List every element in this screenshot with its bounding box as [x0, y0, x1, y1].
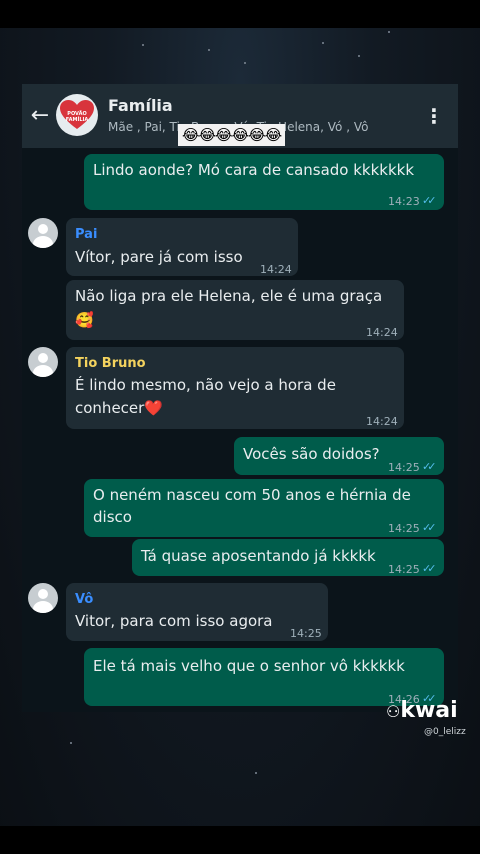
message-time: 14:25	[388, 461, 420, 474]
kwai-logo-text: kwai	[400, 698, 458, 723]
message-bubble[interactable]: Não liga pra ele Helena, ele é uma graça…	[66, 280, 404, 340]
star	[388, 31, 390, 33]
star	[255, 772, 257, 774]
star	[142, 44, 144, 46]
message-text: Vítor, pare já com isso	[75, 248, 243, 266]
chat-window: ← POVÃO FAMÍLIA Família Mãe , Pai, Tio B…	[22, 84, 458, 712]
message-bubble[interactable]: Tá quase aposentando já kkkkk 14:25 ✓✓	[132, 539, 444, 576]
message-bubble[interactable]: Vô Vitor, para com isso agora 14:25	[66, 583, 328, 641]
avatar[interactable]	[28, 583, 58, 613]
message-bubble[interactable]: Vocês são doidos? 14:25 ✓✓	[234, 437, 444, 475]
star	[70, 742, 72, 744]
star	[208, 49, 210, 51]
sender-name[interactable]: Pai	[75, 223, 97, 246]
message-time: 14:23	[388, 195, 420, 208]
message-text: O neném nasceu com 50 anos e hérnia de	[93, 486, 411, 504]
message-emoji: 🥰	[75, 311, 94, 329]
star	[244, 62, 246, 64]
chat-title[interactable]: Família	[108, 96, 173, 115]
message-text: Vitor, para com isso agora	[75, 612, 273, 630]
laughing-emoji-sticker: 😂😂😂😂😂😂	[178, 124, 286, 146]
read-ticks-icon: ✓✓	[422, 521, 437, 534]
sender-name[interactable]: Tio Bruno	[75, 352, 146, 375]
read-ticks-icon: ✓✓	[422, 194, 437, 207]
message-text: Ele tá mais velho que o senhor vô kkkkkk	[93, 657, 405, 675]
kwai-logo: ⚇kwai	[386, 698, 458, 723]
read-ticks-icon: ✓✓	[422, 562, 437, 575]
top-letterbox	[0, 0, 480, 28]
star	[358, 55, 360, 57]
more-options-icon[interactable]: ⋮	[422, 102, 446, 130]
avatar[interactable]	[28, 218, 58, 248]
message-text: Lindo aonde? Mó cara de cansado kkkkkkk	[93, 161, 415, 179]
message-bubble[interactable]: Tio Bruno É lindo mesmo, não vejo a hora…	[66, 347, 404, 429]
message-time: 14:24	[366, 415, 398, 428]
back-arrow-icon[interactable]: ←	[28, 102, 52, 130]
group-avatar-text: POVÃO FAMÍLIA	[65, 111, 89, 123]
message-time: 14:25	[388, 522, 420, 535]
read-ticks-icon: ✓✓	[422, 460, 437, 473]
star	[322, 42, 324, 44]
sender-name[interactable]: Vô	[75, 588, 93, 611]
message-time: 14:24	[366, 326, 398, 339]
chat-header: ← POVÃO FAMÍLIA Família Mãe , Pai, Tio B…	[22, 84, 458, 148]
message-text: disco	[93, 508, 132, 526]
message-text: conhecer❤️	[75, 399, 163, 417]
message-text: Vocês são doidos?	[243, 445, 380, 463]
message-bubble[interactable]: Lindo aonde? Mó cara de cansado kkkkkkk …	[84, 154, 444, 210]
kwai-camera-icon: ⚇	[386, 702, 401, 721]
message-time: 14:25	[388, 563, 420, 576]
bottom-letterbox	[0, 826, 480, 854]
message-time: 14:25	[290, 627, 322, 640]
group-avatar[interactable]: POVÃO FAMÍLIA	[56, 94, 98, 136]
message-text: Tá quase aposentando já kkkkk	[141, 547, 376, 565]
message-time: 14:24	[260, 263, 292, 276]
message-text: Não liga pra ele Helena, ele é uma graça	[75, 287, 383, 305]
message-bubble[interactable]: Pai Vítor, pare já com isso 14:24	[66, 218, 298, 276]
watermark-handle: @0_lelizz	[424, 727, 466, 737]
message-text: É lindo mesmo, não vejo a hora de	[75, 376, 336, 394]
avatar[interactable]	[28, 347, 58, 377]
message-bubble[interactable]: O neném nasceu com 50 anos e hérnia de d…	[84, 479, 444, 537]
